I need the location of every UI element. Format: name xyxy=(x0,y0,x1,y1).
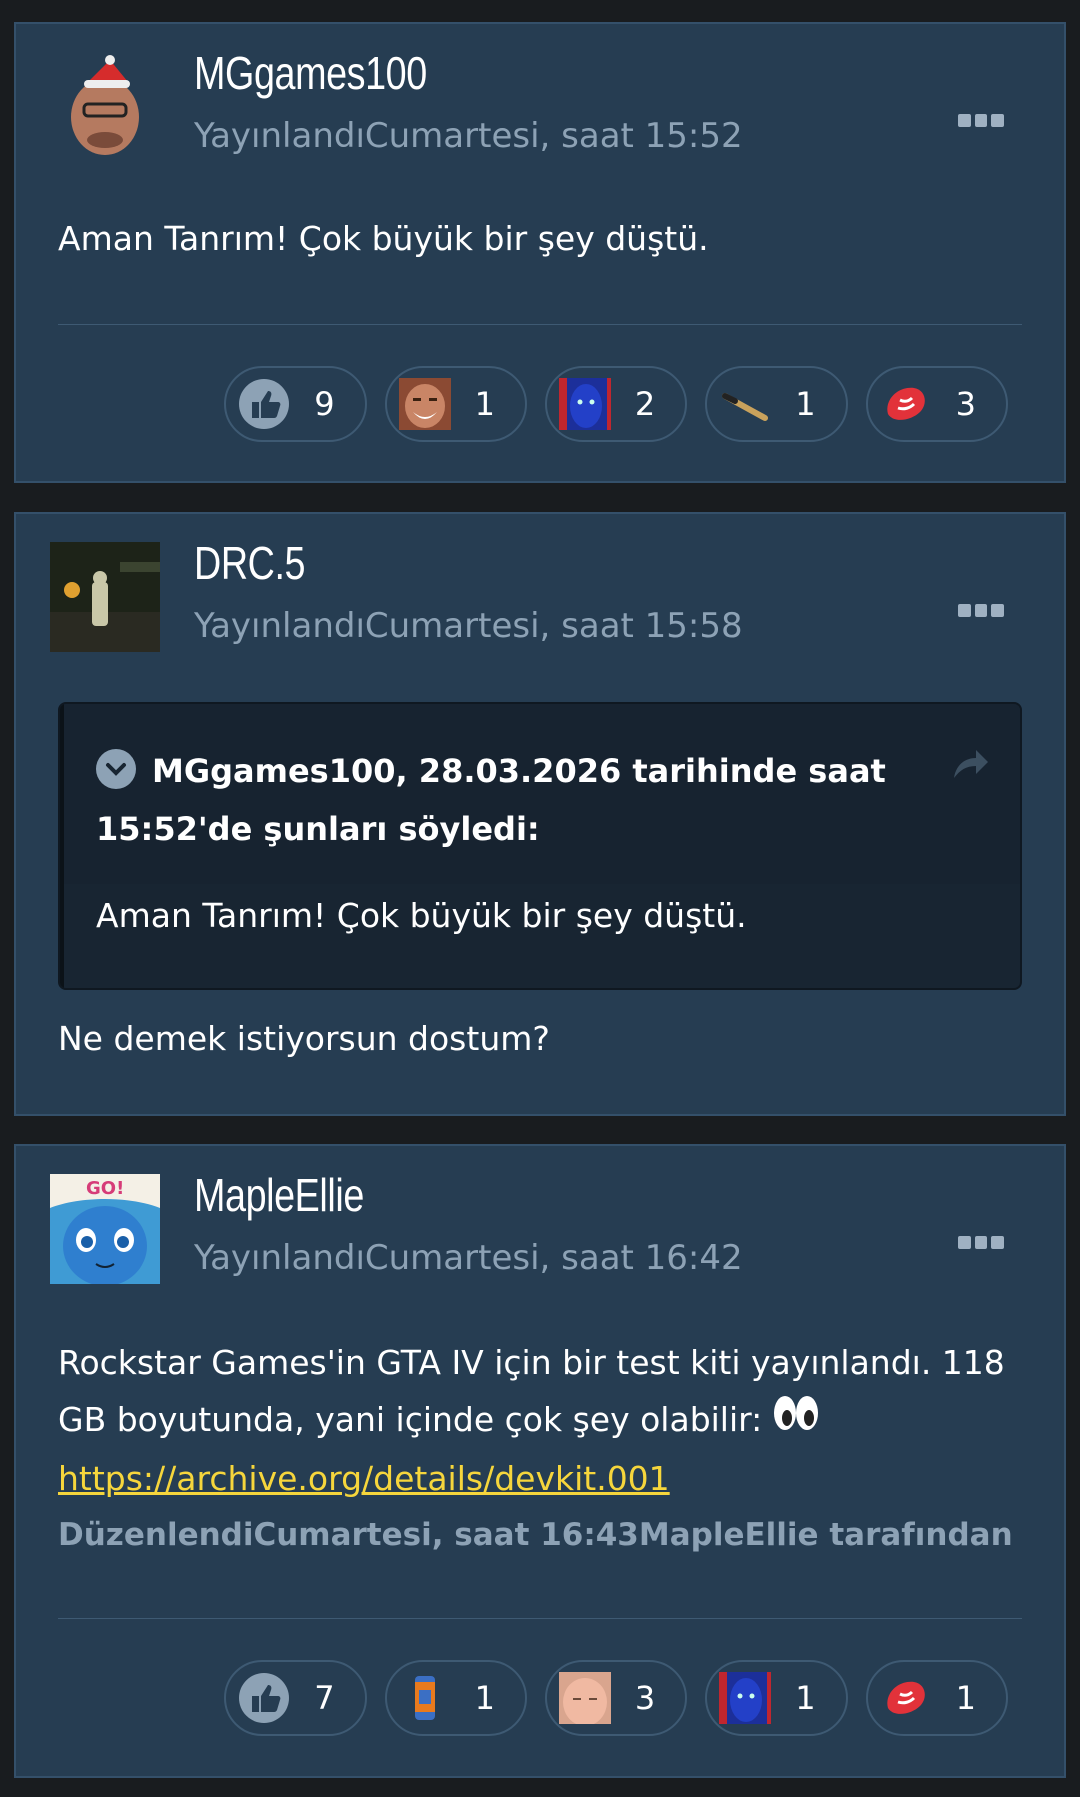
reaction-thumbs-up[interactable]: 7 xyxy=(224,1660,367,1736)
reaction-thumbs-up[interactable]: 9 xyxy=(224,366,367,442)
reaction-steak[interactable]: 3 xyxy=(865,366,1008,442)
username[interactable]: MGgames100 xyxy=(194,46,427,100)
reaction-count: 1 xyxy=(795,385,816,423)
reaction-soda-can[interactable]: 1 xyxy=(384,1660,527,1736)
reaction-count: 3 xyxy=(634,1679,656,1717)
post-body: Ne demek istiyorsun dostum? xyxy=(58,1019,550,1058)
avatar[interactable]: GO! xyxy=(50,1174,160,1284)
game-scene-avatar-icon xyxy=(50,542,160,652)
thumbs-up-icon xyxy=(238,378,290,430)
post-body: Rockstar Games'in GTA IV için bir test k… xyxy=(58,1334,1013,1564)
santa-hat-avatar-icon xyxy=(50,52,160,162)
reaction-count: 1 xyxy=(474,1679,495,1717)
reaction-steak[interactable]: 1 xyxy=(865,1660,1008,1736)
post-body-text: GB boyutunda, yani içinde çok şey olabil… xyxy=(58,1400,763,1439)
blue-face-icon xyxy=(558,378,611,430)
steak-icon xyxy=(880,378,932,430)
quote-border xyxy=(60,704,64,988)
chevron-down-icon[interactable] xyxy=(96,749,136,789)
more-options-icon[interactable] xyxy=(958,114,1005,130)
reaction-count: 1 xyxy=(474,385,495,423)
reaction-bat[interactable]: 1 xyxy=(705,366,848,442)
reaction-count: 3 xyxy=(955,385,976,423)
reaction-count: 1 xyxy=(795,1679,816,1717)
anime-girl-avatar-icon: GO! xyxy=(50,1174,160,1284)
post-drc5: DRC.5 YayınlandıCumartesi, saat 15:58 MG… xyxy=(14,512,1066,1116)
reaction-count: 1 xyxy=(955,1679,976,1717)
quote-title[interactable]: MGgames100, 28.03.2026 tarihinde saat 15… xyxy=(96,742,896,858)
reaction-count: 2 xyxy=(634,385,656,423)
username[interactable]: MapleEllie xyxy=(194,1168,364,1222)
divider xyxy=(58,1618,1022,1619)
quote-title-text: MGgames100, 28.03.2026 tarihinde saat 15… xyxy=(96,752,886,848)
reaction-count: 9 xyxy=(314,385,335,423)
laughing-man-icon xyxy=(398,378,451,430)
reaction-blue-face[interactable]: 1 xyxy=(705,1660,848,1736)
blue-face-icon xyxy=(719,1672,772,1724)
edited-note: DüzenlendiCumartesi, saat 16:43MapleElli… xyxy=(58,1517,1013,1553)
avatar[interactable] xyxy=(50,542,160,652)
reaction-bald-man[interactable]: 3 xyxy=(544,1660,688,1736)
more-options-icon[interactable] xyxy=(958,604,1005,620)
bat-icon xyxy=(719,378,771,430)
reactions-bar: 9 1 2 1 3 xyxy=(224,366,1008,442)
quote-body: Aman Tanrım! Çok büyük bir şey düştü. xyxy=(96,896,747,935)
username[interactable]: DRC.5 xyxy=(194,536,306,590)
thumbs-up-icon xyxy=(238,1672,290,1724)
quote-block: MGgames100, 28.03.2026 tarihinde saat 15… xyxy=(58,702,1022,990)
post-body-line: GB boyutunda, yani içinde çok şey olabil… xyxy=(58,1391,1013,1450)
reaction-laughing-man[interactable]: 1 xyxy=(384,366,527,442)
eyes-emoji-icon xyxy=(772,1393,820,1450)
bald-man-icon xyxy=(558,1672,611,1724)
reactions-bar: 7 1 3 1 1 xyxy=(224,1660,1008,1736)
more-options-icon[interactable] xyxy=(958,1236,1005,1252)
soda-can-icon xyxy=(399,1672,451,1724)
post-timestamp: YayınlandıCumartesi, saat 15:52 xyxy=(194,116,743,156)
post-mapleellie: GO! MapleEllie YayınlandıCumartesi, saat… xyxy=(14,1144,1066,1778)
post-body: Aman Tanrım! Çok büyük bir şey düştü. xyxy=(58,219,709,258)
post-body-line: Rockstar Games'in GTA IV için bir test k… xyxy=(58,1343,1005,1382)
divider xyxy=(58,324,1022,325)
share-arrow-icon[interactable] xyxy=(950,746,990,782)
post-timestamp: YayınlandıCumartesi, saat 16:42 xyxy=(194,1238,743,1278)
archive-link[interactable]: https://archive.org/details/devkit.001 xyxy=(58,1459,670,1498)
post-timestamp: YayınlandıCumartesi, saat 15:58 xyxy=(194,606,743,646)
post-mggames100: MGgames100 YayınlandıCumartesi, saat 15:… xyxy=(14,22,1066,483)
steak-icon xyxy=(880,1672,932,1724)
reaction-count: 7 xyxy=(314,1679,335,1717)
avatar[interactable] xyxy=(50,52,160,162)
reaction-blue-face[interactable]: 2 xyxy=(544,366,688,442)
svg-text:GO!: GO! xyxy=(86,1178,124,1199)
